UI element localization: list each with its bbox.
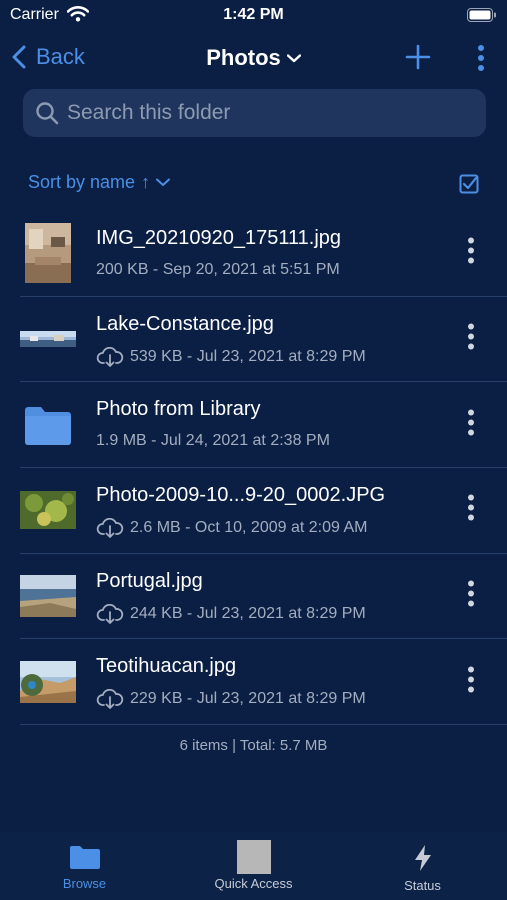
coast-photo-thumbnail: [20, 575, 76, 618]
chevron-down-icon: [156, 178, 171, 186]
tab-browse[interactable]: Browse: [0, 832, 169, 900]
plus-icon: [405, 44, 431, 70]
file-meta: 2.6 MB - Oct 10, 2009 at 2:09 AM: [130, 519, 368, 537]
navigation-bar: Back Photos: [0, 36, 507, 80]
file-details: 1.9 MB - Jul 24, 2021 at 2:38 PM: [96, 432, 330, 450]
sort-direction-icon: ↑: [141, 172, 151, 192]
tab-bar: Browse Quick Access Status: [0, 832, 507, 900]
file-row[interactable]: Photo-2009-10...9-20_0002.JPG 2.6 MB - O…: [20, 468, 507, 554]
file-meta: 200 KB - Sep 20, 2021 at 5:51 PM: [96, 261, 340, 278]
row-more-button[interactable]: [467, 323, 475, 356]
desert-photo-thumbnail: [20, 660, 76, 703]
vertical-ellipsis-icon: [468, 237, 474, 264]
sort-label: Sort by name: [28, 172, 136, 192]
file-row[interactable]: Portugal.jpg 244 KB - Jul 23, 2021 at 8:…: [20, 554, 507, 640]
row-more-button[interactable]: [467, 494, 475, 527]
vertical-ellipsis-icon: [478, 45, 484, 71]
cloud-download-icon: [96, 518, 124, 538]
folder-summary: 6 items | Total: 5.7 MB: [179, 737, 328, 754]
tab-label: Quick Access: [214, 876, 293, 891]
file-list: IMG_20210920_175111.jpg 200 KB - Sep 20,…: [0, 211, 507, 726]
sort-menu-button[interactable]: Sort by name ↑: [28, 172, 171, 193]
file-meta: 539 KB - Jul 23, 2021 at 8:29 PM: [130, 347, 366, 365]
chevron-left-icon: [12, 45, 26, 69]
vertical-ellipsis-icon: [468, 409, 474, 436]
cloud-download-icon: [96, 603, 124, 624]
add-button[interactable]: [405, 44, 431, 75]
search-bar: [23, 89, 486, 137]
file-details: 539 KB - Jul 23, 2021 at 8:29 PM: [96, 346, 366, 367]
back-label: Back: [36, 44, 85, 69]
file-name: IMG_20210920_175111.jpg: [96, 227, 342, 249]
file-meta: 244 KB - Jul 23, 2021 at 8:29 PM: [130, 604, 366, 622]
search-input[interactable]: [67, 101, 467, 125]
file-name: Photo from Library: [96, 398, 261, 421]
tab-label: Status: [404, 878, 441, 893]
folder-title-menu[interactable]: Photos: [206, 45, 301, 71]
row-more-button[interactable]: [467, 665, 475, 698]
vertical-ellipsis-icon: [468, 580, 474, 607]
panorama-photo-thumbnail: [20, 331, 76, 348]
file-details: 229 KB - Jul 23, 2021 at 8:29 PM: [96, 689, 366, 710]
row-more-button[interactable]: [467, 580, 475, 613]
cloud-download-icon: [96, 689, 124, 710]
tab-label: Browse: [62, 876, 107, 891]
file-row[interactable]: Photo from Library 1.9 MB - Jul 24, 2021…: [20, 382, 507, 469]
select-items-button[interactable]: [459, 174, 479, 199]
more-options-button[interactable]: [477, 44, 485, 77]
file-row[interactable]: Teotihuacan.jpg 229 KB - Jul 23, 2021 at…: [20, 639, 507, 726]
vertical-ellipsis-icon: [468, 494, 474, 521]
quick-access-icon: [236, 840, 271, 874]
row-more-button[interactable]: [467, 237, 475, 270]
file-name: Photo-2009-10...9-20_0002.JPG: [96, 484, 386, 507]
room-photo-thumbnail: [20, 223, 76, 284]
file-row[interactable]: Lake-Constance.jpg 539 KB - Jul 23, 2021…: [20, 297, 507, 383]
search-icon: [36, 102, 59, 125]
folder-icon: [69, 846, 100, 869]
tab-status[interactable]: Status: [338, 832, 507, 900]
file-details: 200 KB - Sep 20, 2021 at 5:51 PM: [96, 261, 340, 279]
folder-icon: [20, 404, 76, 446]
cloud-download-icon: [96, 346, 124, 367]
checkbox-icon: [459, 174, 479, 194]
page-title: Photos: [206, 45, 281, 70]
file-details: 244 KB - Jul 23, 2021 at 8:29 PM: [96, 603, 366, 624]
row-more-button[interactable]: [467, 408, 475, 441]
bolt-icon: [414, 845, 431, 871]
file-name: Teotihuacan.jpg: [96, 655, 237, 678]
file-meta: 1.9 MB - Jul 24, 2021 at 2:38 PM: [96, 432, 330, 450]
vertical-ellipsis-icon: [468, 666, 474, 693]
back-button[interactable]: Back: [12, 44, 85, 70]
file-meta: 229 KB - Jul 23, 2021 at 8:29 PM: [130, 690, 366, 708]
vertical-ellipsis-icon: [468, 323, 474, 350]
file-name: Lake-Constance.jpg: [96, 312, 274, 335]
battery-icon: [467, 8, 497, 27]
clock-time: 1:42 PM: [223, 6, 284, 23]
file-row[interactable]: IMG_20210920_175111.jpg 200 KB - Sep 20,…: [20, 211, 507, 297]
foliage-photo-thumbnail: [20, 491, 76, 530]
file-name: Portugal.jpg: [96, 569, 203, 592]
file-details: 2.6 MB - Oct 10, 2009 at 2:09 AM: [96, 518, 367, 538]
tab-quick-access[interactable]: Quick Access: [169, 832, 338, 900]
status-bar: Carrier 1:42 PM: [0, 0, 507, 30]
chevron-down-icon: [286, 53, 301, 62]
